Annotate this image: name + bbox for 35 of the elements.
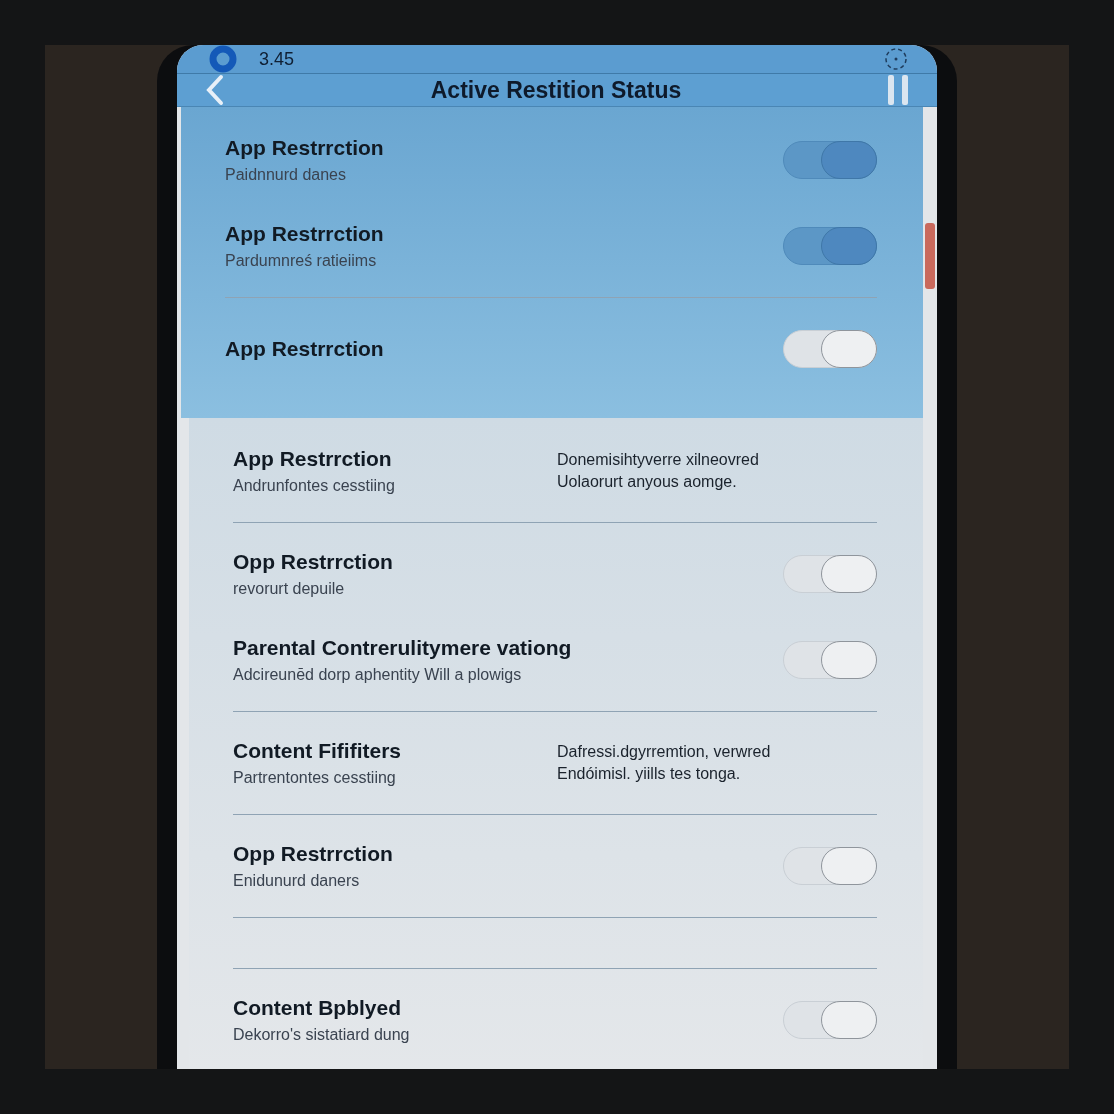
setting-title: Parental Contrerulitymere vationg — [233, 636, 573, 660]
screen-title: Active Restition Status — [429, 76, 683, 104]
setting-note: Dafressi.dgyrremtion, verwred — [557, 743, 772, 761]
toggle-switch[interactable] — [783, 641, 877, 679]
pause-icon[interactable] — [887, 74, 909, 106]
setting-description: Adcireunēd dorp aphentity Will a plowigs — [233, 666, 523, 684]
setting-title: Content Fififiters — [233, 739, 402, 763]
setting-title: App Restrrction — [225, 222, 385, 246]
status-time: 3.45 — [259, 48, 296, 70]
toggle-switch[interactable] — [783, 1001, 877, 1039]
setting-note: Uolaorurt anyous aomge. — [557, 473, 738, 491]
setting-description: Dekorro's sistatiard dung — [233, 1026, 411, 1044]
setting-title: App Restrrction — [225, 337, 385, 361]
setting-description: Andrunfontes cesstiing — [233, 477, 396, 495]
toggle-switch[interactable] — [783, 330, 877, 368]
setting-description: Pardumnreś ratieiims — [225, 252, 378, 270]
setting-description: Enidunurd daners — [233, 872, 361, 890]
setting-note: Endóimisl. yiills tes tonga. — [557, 765, 742, 783]
scroll-indicator — [925, 223, 935, 289]
dashed-circle-icon[interactable] — [883, 46, 909, 72]
toggle-switch[interactable] — [783, 141, 877, 179]
toggle-switch[interactable] — [783, 555, 877, 593]
setting-description: revorurt depuile — [233, 580, 346, 598]
setting-description: Partrentontes cesstiing — [233, 769, 397, 787]
setting-title: Content Bpblyed — [233, 996, 402, 1020]
setting-note: Donemisihtyverre xilneovred — [557, 451, 760, 469]
setting-title: App Restrrction — [225, 136, 385, 160]
back-icon[interactable] — [205, 74, 225, 106]
setting-description: Paidnnurd danes — [225, 166, 347, 184]
setting-title: Opp Restrrction — [233, 842, 394, 866]
toggle-switch[interactable] — [783, 227, 877, 265]
setting-title: Opp Restrrction — [233, 550, 394, 574]
setting-title: App Restrrction — [233, 447, 393, 471]
toggle-switch[interactable] — [783, 847, 877, 885]
ring-icon — [209, 45, 237, 73]
